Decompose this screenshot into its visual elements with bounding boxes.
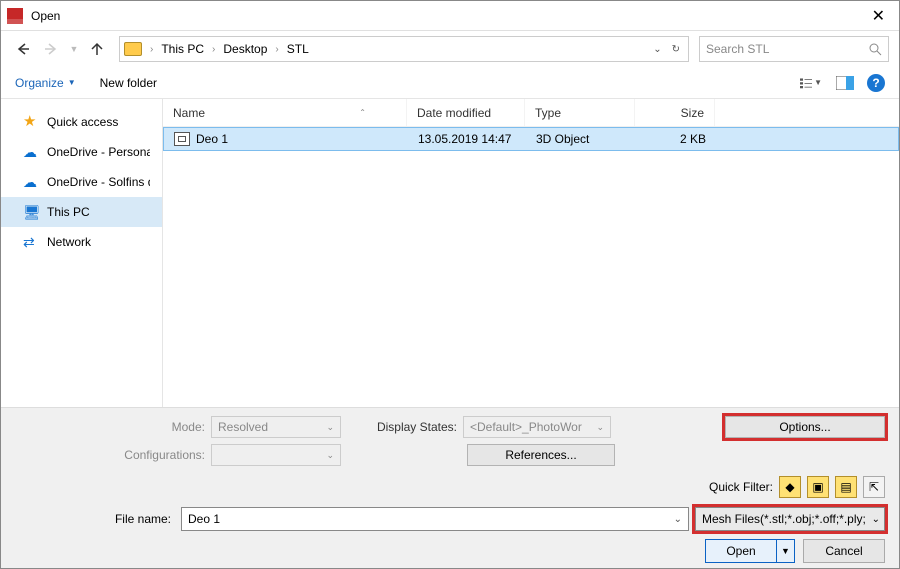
nav-row: ▼ › This PC › Desktop › STL ⌄ ↻ Search S… — [1, 31, 899, 67]
organize-menu[interactable]: Organize ▼ — [15, 76, 76, 90]
file-type: 3D Object — [526, 132, 636, 146]
sidebar-item-label: Quick access — [47, 115, 118, 129]
toolbar: Organize ▼ New folder ▼ ? — [1, 67, 899, 99]
up-button[interactable] — [85, 37, 109, 61]
file-size: 2 KB — [636, 132, 716, 146]
preview-pane-button[interactable] — [833, 73, 857, 93]
organize-label: Organize — [15, 76, 64, 90]
file-type-select[interactable]: Mesh Files(*.stl;*.obj;*.off;*.ply; ⌄ — [695, 507, 885, 531]
star-icon: ★ — [23, 114, 39, 130]
chevron-down-icon: ⌄ — [872, 514, 880, 525]
open-button[interactable]: Open — [705, 539, 777, 563]
file-icon — [174, 132, 190, 146]
network-icon: ⇄ — [23, 234, 39, 250]
chevron-down-icon: ⌄ — [674, 514, 682, 525]
back-button[interactable] — [11, 37, 35, 61]
chevron-right-icon: › — [150, 44, 153, 55]
pc-icon: 🖥 — [23, 204, 39, 220]
titlebar: Open ✕ — [1, 1, 899, 31]
display-states-label: Display States: — [357, 420, 457, 434]
chevron-right-icon: › — [275, 44, 278, 55]
refresh-button[interactable]: ↻ — [668, 44, 684, 55]
file-name: Deo 1 — [196, 132, 228, 146]
window-title: Open — [31, 9, 60, 23]
breadcrumb-item[interactable]: This PC — [161, 42, 204, 56]
sort-indicator-icon: ⌃ — [359, 108, 396, 117]
search-placeholder: Search STL — [706, 42, 769, 56]
quick-filter-assemblies[interactable]: ▣ — [807, 476, 829, 498]
quick-filter: Quick Filter: ◆ ▣ ▤ ⇱ — [709, 476, 885, 498]
chevron-right-icon: › — [212, 44, 215, 55]
sidebar-item-label: Network — [47, 235, 91, 249]
chevron-down-icon: ▼ — [814, 78, 822, 87]
breadcrumb[interactable]: This PC › Desktop › STL — [161, 42, 308, 56]
chevron-down-icon: ⌄ — [326, 450, 334, 461]
chevron-down-icon: ⌄ — [596, 422, 604, 433]
help-button[interactable]: ? — [867, 74, 885, 92]
sidebar-item-onedrive-personal[interactable]: ☁ OneDrive - Personal — [1, 137, 162, 167]
quick-filter-label: Quick Filter: — [709, 480, 773, 494]
cancel-button[interactable]: Cancel — [803, 539, 885, 563]
address-dropdown[interactable]: ⌄ — [649, 44, 665, 55]
forward-button[interactable] — [39, 37, 63, 61]
cloud-icon: ☁ — [23, 144, 39, 160]
file-name-label: File name: — [15, 512, 175, 526]
quick-filter-drawings[interactable]: ▤ — [835, 476, 857, 498]
column-label: Name — [173, 106, 205, 120]
main-area: ★ Quick access ☁ OneDrive - Personal ☁ O… — [1, 99, 899, 407]
open-dropdown[interactable]: ▼ — [777, 539, 795, 563]
file-date: 13.05.2019 14:47 — [408, 132, 526, 146]
sidebar-item-onedrive-solfins[interactable]: ☁ OneDrive - Solfins d.c — [1, 167, 162, 197]
column-size[interactable]: Size — [635, 99, 715, 126]
file-name-cell: Deo 1 — [164, 132, 408, 146]
folder-icon — [124, 42, 142, 56]
mode-value: Resolved — [218, 420, 268, 434]
open-split-button: Open ▼ — [705, 539, 795, 563]
breadcrumb-item[interactable]: Desktop — [223, 42, 267, 56]
chevron-down-icon: ⌄ — [326, 422, 334, 433]
sidebar-item-network[interactable]: ⇄ Network — [1, 227, 162, 257]
quick-filter-top-level[interactable]: ⇱ — [863, 476, 885, 498]
app-icon — [7, 8, 23, 24]
search-input[interactable]: Search STL — [699, 36, 889, 62]
column-name[interactable]: Name ⌃ — [163, 99, 407, 126]
mode-label: Mode: — [15, 420, 205, 434]
file-name-input[interactable]: Deo 1 ⌄ — [181, 507, 689, 531]
sidebar-item-label: OneDrive - Solfins d.c — [47, 175, 150, 189]
quick-filter-parts[interactable]: ◆ — [779, 476, 801, 498]
close-button[interactable]: ✕ — [864, 6, 893, 26]
display-states-select[interactable]: <Default>_PhotoWor ⌄ — [463, 416, 611, 438]
display-states-value: <Default>_PhotoWor — [470, 420, 582, 434]
address-bar[interactable]: › This PC › Desktop › STL ⌄ ↻ — [119, 36, 689, 62]
view-mode-button[interactable]: ▼ — [799, 73, 823, 93]
search-icon — [868, 42, 882, 56]
sidebar-item-quick-access[interactable]: ★ Quick access — [1, 107, 162, 137]
new-folder-button[interactable]: New folder — [100, 76, 157, 90]
column-headers: Name ⌃ Date modified Type Size — [163, 99, 899, 127]
configurations-select[interactable]: ⌄ — [211, 444, 341, 466]
lower-panel: Mode: Resolved ⌄ Display States: <Defaul… — [1, 407, 899, 568]
chevron-down-icon: ▼ — [68, 78, 76, 87]
configurations-label: Configurations: — [15, 448, 205, 462]
mode-select[interactable]: Resolved ⌄ — [211, 416, 341, 438]
file-row[interactable]: Deo 1 13.05.2019 14:47 3D Object 2 KB — [163, 127, 899, 151]
sidebar-item-label: OneDrive - Personal — [47, 145, 150, 159]
options-button[interactable]: Options... — [725, 416, 885, 438]
sidebar-item-this-pc[interactable]: 🖥 This PC — [1, 197, 162, 227]
cloud-icon: ☁ — [23, 174, 39, 190]
file-name-value: Deo 1 — [188, 512, 220, 526]
breadcrumb-item[interactable]: STL — [287, 42, 309, 56]
references-button[interactable]: References... — [467, 444, 615, 466]
sidebar-item-label: This PC — [47, 205, 90, 219]
column-type[interactable]: Type — [525, 99, 635, 126]
column-date[interactable]: Date modified — [407, 99, 525, 126]
file-list: Name ⌃ Date modified Type Size Deo 1 13.… — [163, 99, 899, 407]
recent-dropdown[interactable]: ▼ — [67, 37, 81, 61]
file-type-value: Mesh Files(*.stl;*.obj;*.off;*.ply; — [702, 512, 866, 526]
sidebar: ★ Quick access ☁ OneDrive - Personal ☁ O… — [1, 99, 163, 407]
